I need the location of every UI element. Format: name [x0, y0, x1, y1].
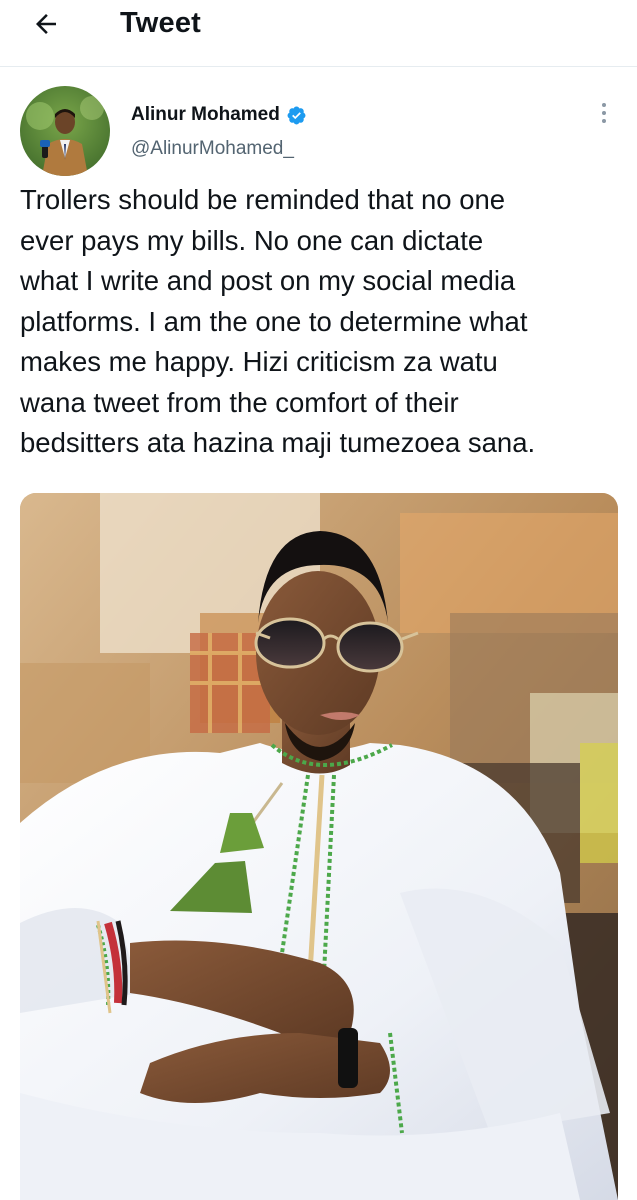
author-handle[interactable]: @AlinurMohamed_ — [131, 136, 294, 162]
avatar-photo — [20, 86, 110, 176]
page-title: Tweet — [120, 7, 202, 39]
more-options-button[interactable] — [592, 98, 616, 128]
more-vertical-icon-dot — [602, 111, 606, 115]
back-button[interactable] — [22, 6, 70, 42]
photo-man-in-white-kanzu-sunglasses — [20, 493, 618, 1200]
top-bar: Tweet — [0, 0, 637, 67]
verified-badge-icon — [287, 106, 306, 124]
more-vertical-icon — [602, 103, 606, 107]
author-name[interactable]: Alinur Mohamed — [131, 102, 307, 128]
avatar[interactable] — [20, 86, 110, 176]
arrow-left-icon — [36, 14, 56, 34]
tweet-photo[interactable] — [20, 493, 618, 1200]
tweet-text: Trollers should be reminded that no one … — [20, 184, 536, 458]
author-name-text: Alinur Mohamed — [131, 104, 280, 125]
more-vertical-icon-dot — [602, 119, 606, 123]
